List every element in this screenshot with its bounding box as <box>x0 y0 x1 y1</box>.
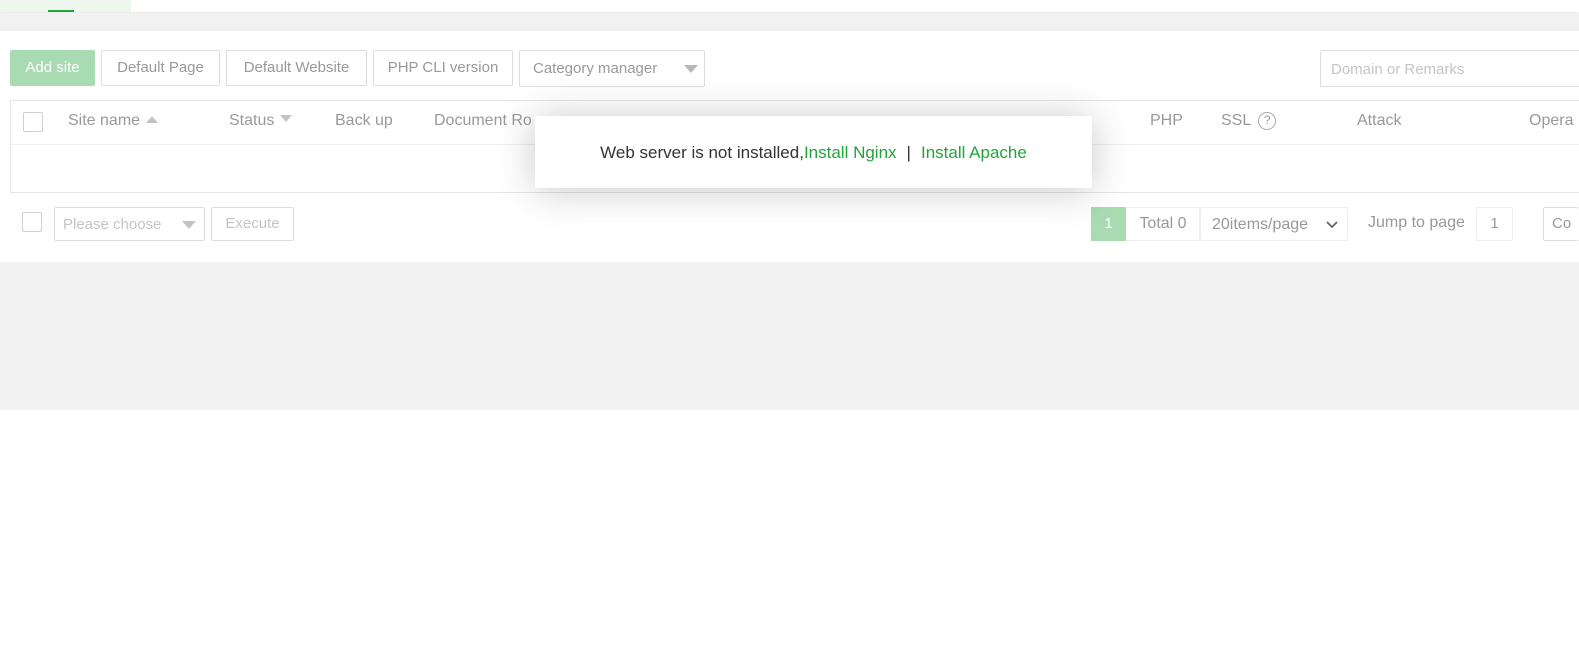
jump-to-page-label: Jump to page <box>1368 214 1465 231</box>
category-manager-label: Category manager <box>533 60 658 77</box>
sort-desc-icon <box>280 115 293 122</box>
default-website-button[interactable]: Default Website <box>226 50 367 86</box>
column-operation: Opera <box>1529 112 1574 129</box>
batch-operation-placeholder: Please choose <box>63 216 162 233</box>
alert-text: Web server is not installed, <box>600 143 804 162</box>
content-gap <box>0 13 1579 31</box>
jump-confirm-button[interactable]: Co <box>1543 207 1579 241</box>
jump-page-input[interactable]: 1 <box>1476 207 1513 241</box>
web-server-alert-dialog: Web server is not installed,Install Ngin… <box>535 116 1092 188</box>
page-size-value: 20items/page <box>1212 216 1309 233</box>
chevron-down-icon <box>684 65 698 73</box>
search-input[interactable] <box>1321 51 1573 88</box>
column-site-name[interactable]: Site name <box>68 112 159 130</box>
page-background <box>0 262 1579 410</box>
batch-select-checkbox[interactable] <box>22 212 42 232</box>
page-size-select[interactable]: 20items/page <box>1200 207 1348 241</box>
php-cli-version-button[interactable]: PHP CLI version <box>373 50 513 86</box>
alert-message: Web server is not installed,Install Ngin… <box>535 143 1092 163</box>
pagination-total: Total 0 <box>1127 207 1200 241</box>
chevron-down-icon <box>182 221 196 229</box>
column-backup: Back up <box>335 112 393 129</box>
link-separator: | <box>906 143 911 162</box>
default-page-button[interactable]: Default Page <box>101 50 220 86</box>
column-status[interactable]: Status <box>229 112 293 130</box>
column-php: PHP <box>1150 112 1183 129</box>
search-box[interactable] <box>1320 50 1579 88</box>
select-all-checkbox[interactable] <box>23 112 43 132</box>
column-document-root: Document Ro <box>434 112 532 129</box>
chevron-down-icon <box>1326 221 1338 229</box>
column-attack: Attack <box>1357 112 1402 129</box>
active-tab-indicator <box>48 10 74 12</box>
install-nginx-link[interactable]: Install Nginx <box>804 143 897 162</box>
help-circle-icon[interactable]: ? <box>1258 112 1277 130</box>
column-ssl: SSL? <box>1221 112 1277 130</box>
top-tab-bar <box>0 0 1579 12</box>
install-apache-link[interactable]: Install Apache <box>921 143 1027 162</box>
sort-asc-icon <box>146 116 159 123</box>
category-manager-select[interactable]: Category manager <box>519 50 705 87</box>
add-site-button[interactable]: Add site <box>10 50 95 86</box>
batch-operation-select[interactable]: Please choose <box>54 207 205 241</box>
execute-button[interactable]: Execute <box>211 207 294 241</box>
pagination-current-page[interactable]: 1 <box>1091 207 1126 241</box>
